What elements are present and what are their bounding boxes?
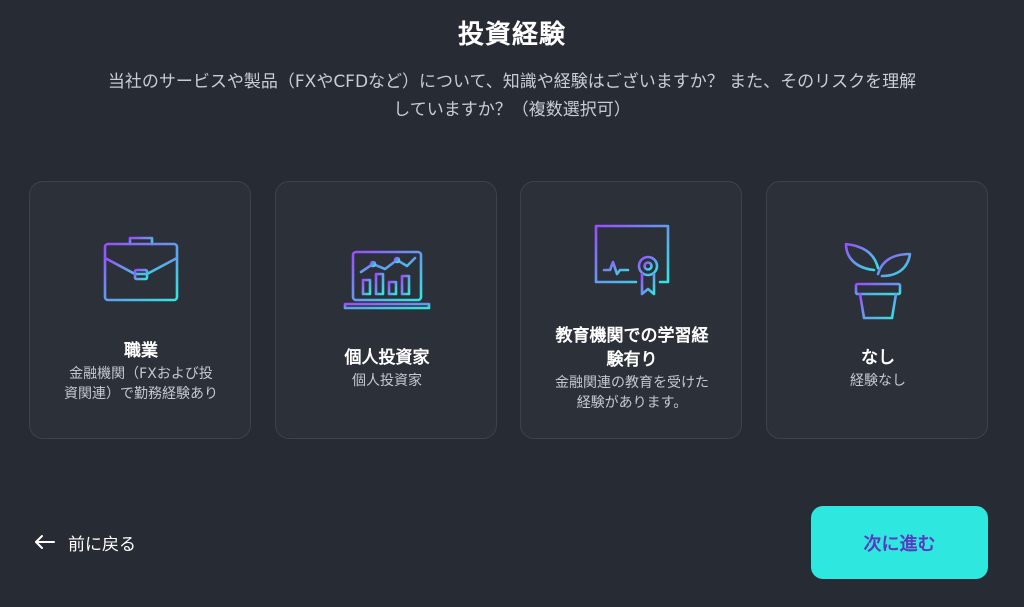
option-text-individual-investor: 個人投資家 個人投資家 bbox=[286, 346, 488, 391]
arrow-left-icon bbox=[35, 535, 55, 549]
back-label: 前に戻る bbox=[68, 534, 136, 555]
option-text-education: 教育機関での学習経 験有り 金融関連の教育を受けた 経験があります。 bbox=[531, 324, 733, 413]
option-title: 個人投資家 bbox=[344, 348, 430, 368]
option-card-occupation[interactable]: 職業 金融機関（FXおよび投 資関連）で勤務経験あり bbox=[29, 181, 251, 439]
option-title-line-2: 験有り bbox=[606, 350, 658, 370]
option-subtitle-line-1: 金融関連の教育を受けた bbox=[555, 375, 709, 391]
option-subtitle: 金融機関（FXおよび投 資関連）で勤務経験あり bbox=[40, 364, 242, 404]
description-line-2: していますか？（複数選択可） bbox=[393, 100, 631, 120]
certificate-icon bbox=[521, 220, 743, 304]
next-button[interactable]: 次に進む bbox=[811, 506, 988, 579]
plant-pot-icon bbox=[767, 238, 989, 326]
page-description: 当社のサービスや製品（FXやCFDなど）について、知識や経験はございますか？ ま… bbox=[32, 68, 992, 124]
option-title: なし bbox=[861, 348, 895, 368]
briefcase-icon bbox=[30, 234, 252, 308]
option-card-individual-investor[interactable]: 個人投資家 個人投資家 bbox=[275, 181, 497, 439]
option-text-none: なし 経験なし bbox=[777, 346, 979, 391]
description-line-1: 当社のサービスや製品（FXやCFDなど）について、知識や経験はございますか？ ま… bbox=[107, 72, 917, 92]
option-subtitle: 個人投資家 bbox=[352, 373, 422, 389]
option-title: 職業 bbox=[124, 341, 158, 361]
page-title: 投資経験 bbox=[457, 20, 566, 50]
option-text-occupation: 職業 金融機関（FXおよび投 資関連）で勤務経験あり bbox=[40, 339, 242, 404]
laptop-chart-icon bbox=[276, 248, 498, 318]
option-title-line-1: 教育機関での学習経 bbox=[555, 326, 709, 346]
option-cards: 職業 金融機関（FXおよび投 資関連）で勤務経験あり 個人投資家 個人投資家 教… bbox=[29, 181, 989, 441]
option-card-none[interactable]: なし 経験なし bbox=[766, 181, 988, 439]
option-subtitle-line-1: 金融機関（FXおよび投 bbox=[69, 366, 213, 382]
option-card-education[interactable]: 教育機関での学習経 験有り 金融関連の教育を受けた 経験があります。 bbox=[520, 181, 742, 439]
option-subtitle-line-2: 資関連）で勤務経験あり bbox=[64, 386, 218, 402]
option-title: 教育機関での学習経 験有り bbox=[531, 324, 733, 372]
option-subtitle-line-2: 経験があります。 bbox=[576, 395, 688, 411]
back-button[interactable]: 前に戻る bbox=[34, 528, 136, 556]
option-subtitle: 経験なし bbox=[850, 373, 906, 389]
option-subtitle: 金融関連の教育を受けた 経験があります。 bbox=[531, 373, 733, 413]
